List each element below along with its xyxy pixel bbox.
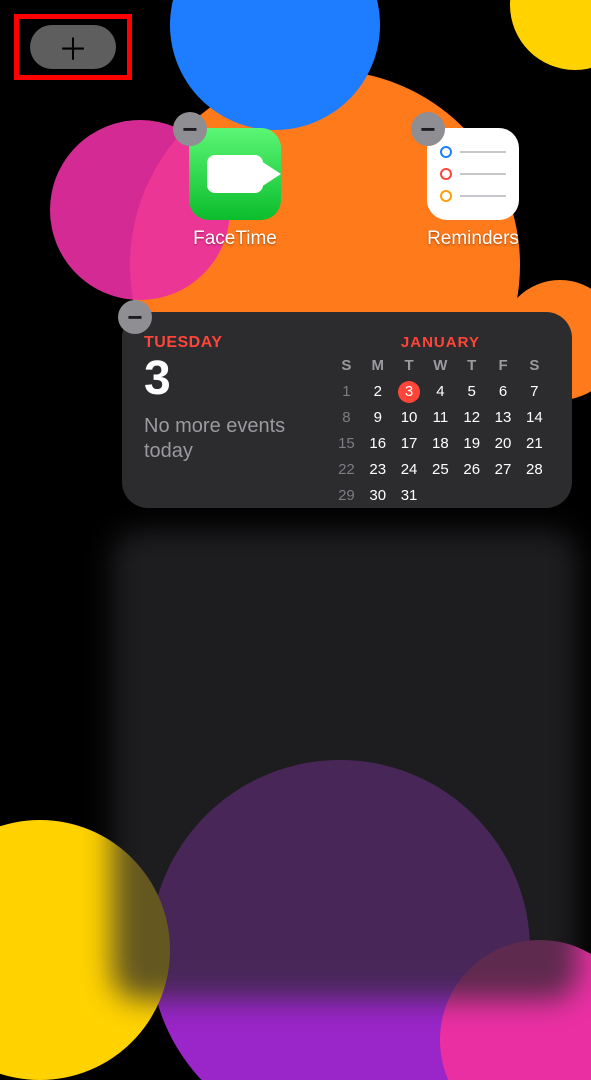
reminders-icon [427, 128, 519, 220]
reminder-row-icon [440, 146, 506, 158]
calendar-day-cell [456, 485, 487, 507]
reminder-row-icon [440, 190, 506, 202]
calendar-today-pane: TUESDAY 3 No more events today [144, 334, 331, 490]
calendar-day-cell: 1 [331, 381, 362, 403]
calendar-day-cell: 20 [487, 433, 518, 455]
minus-icon: − [182, 116, 197, 142]
calendar-day-cell: 25 [425, 459, 456, 481]
highlight-box: ＋ [14, 14, 132, 80]
calendar-day-cell: 17 [393, 433, 424, 455]
calendar-day-cell: 7 [519, 381, 550, 403]
bullet-icon [440, 168, 452, 180]
calendar-events-note: No more events today [144, 414, 331, 464]
calendar-day-cell: 24 [393, 459, 424, 481]
wallpaper-dot [510, 0, 591, 70]
calendar-weekday-head: S [519, 355, 550, 377]
calendar-day-cell: 8 [331, 407, 362, 429]
home-screen-edit-mode: ＋ − FaceTime − Reminders − [0, 0, 591, 1080]
calendar-day-cell: 6 [487, 381, 518, 403]
calendar-day-cell: 29 [331, 485, 362, 507]
calendar-weekday-head: T [456, 355, 487, 377]
calendar-weekday-head: W [425, 355, 456, 377]
app-facetime[interactable]: − FaceTime [180, 128, 290, 250]
app-label: FaceTime [193, 228, 277, 250]
calendar-day-cell: 13 [487, 407, 518, 429]
calendar-day-cell: 22 [331, 459, 362, 481]
calendar-day-number: 3 [144, 354, 331, 404]
facetime-icon [189, 128, 281, 220]
calendar-day-cell: 28 [519, 459, 550, 481]
calendar-day-cell: 11 [425, 407, 456, 429]
plus-icon: ＋ [58, 25, 88, 69]
calendar-weekday-head: S [331, 355, 362, 377]
minus-icon: − [420, 116, 435, 142]
calendar-day-name: TUESDAY [144, 334, 331, 352]
calendar-day-cell: 19 [456, 433, 487, 455]
video-camera-icon [207, 155, 263, 193]
remove-app-badge[interactable]: − [411, 112, 445, 146]
widget-blurred[interactable] [112, 530, 578, 1000]
calendar-day-cell: 14 [519, 407, 550, 429]
calendar-day-cell: 3 [393, 381, 424, 403]
line-icon [460, 195, 506, 197]
app-reminders[interactable]: − Reminders [418, 128, 528, 250]
reminder-row-icon [440, 168, 506, 180]
bullet-icon [440, 146, 452, 158]
calendar-day-cell: 15 [331, 433, 362, 455]
calendar-day-cell: 10 [393, 407, 424, 429]
calendar-day-cell: 9 [362, 407, 393, 429]
calendar-day-cell: 31 [393, 485, 424, 507]
calendar-day-cell: 16 [362, 433, 393, 455]
calendar-weekday-head: F [487, 355, 518, 377]
calendar-day-cell: 2 [362, 381, 393, 403]
calendar-weekday-head: M [362, 355, 393, 377]
calendar-day-cell: 27 [487, 459, 518, 481]
calendar-day-cell: 18 [425, 433, 456, 455]
calendar-day-cell: 26 [456, 459, 487, 481]
minus-icon: − [127, 304, 142, 330]
line-icon [460, 173, 506, 175]
calendar-day-cell: 12 [456, 407, 487, 429]
calendar-today-marker: 3 [398, 381, 420, 403]
calendar-day-cell [519, 485, 550, 507]
calendar-day-cell: 30 [362, 485, 393, 507]
calendar-day-cell: 23 [362, 459, 393, 481]
calendar-weekday-head: T [393, 355, 424, 377]
calendar-day-cell [425, 485, 456, 507]
calendar-widget[interactable]: − TUESDAY 3 No more events today JANUARY… [122, 312, 572, 508]
calendar-day-cell: 5 [456, 381, 487, 403]
calendar-grid: SMTWTFS123456789101112131415161718192021… [331, 355, 550, 507]
bullet-icon [440, 190, 452, 202]
line-icon [460, 151, 506, 153]
calendar-day-cell: 21 [519, 433, 550, 455]
remove-app-badge[interactable]: − [173, 112, 207, 146]
app-label: Reminders [427, 228, 519, 250]
calendar-month-name: JANUARY [331, 334, 550, 351]
calendar-month-pane: JANUARY SMTWTFS1234567891011121314151617… [331, 334, 550, 490]
add-widget-button[interactable]: ＋ [30, 25, 116, 69]
calendar-day-cell: 4 [425, 381, 456, 403]
calendar-day-cell [487, 485, 518, 507]
remove-widget-badge[interactable]: − [118, 300, 152, 334]
